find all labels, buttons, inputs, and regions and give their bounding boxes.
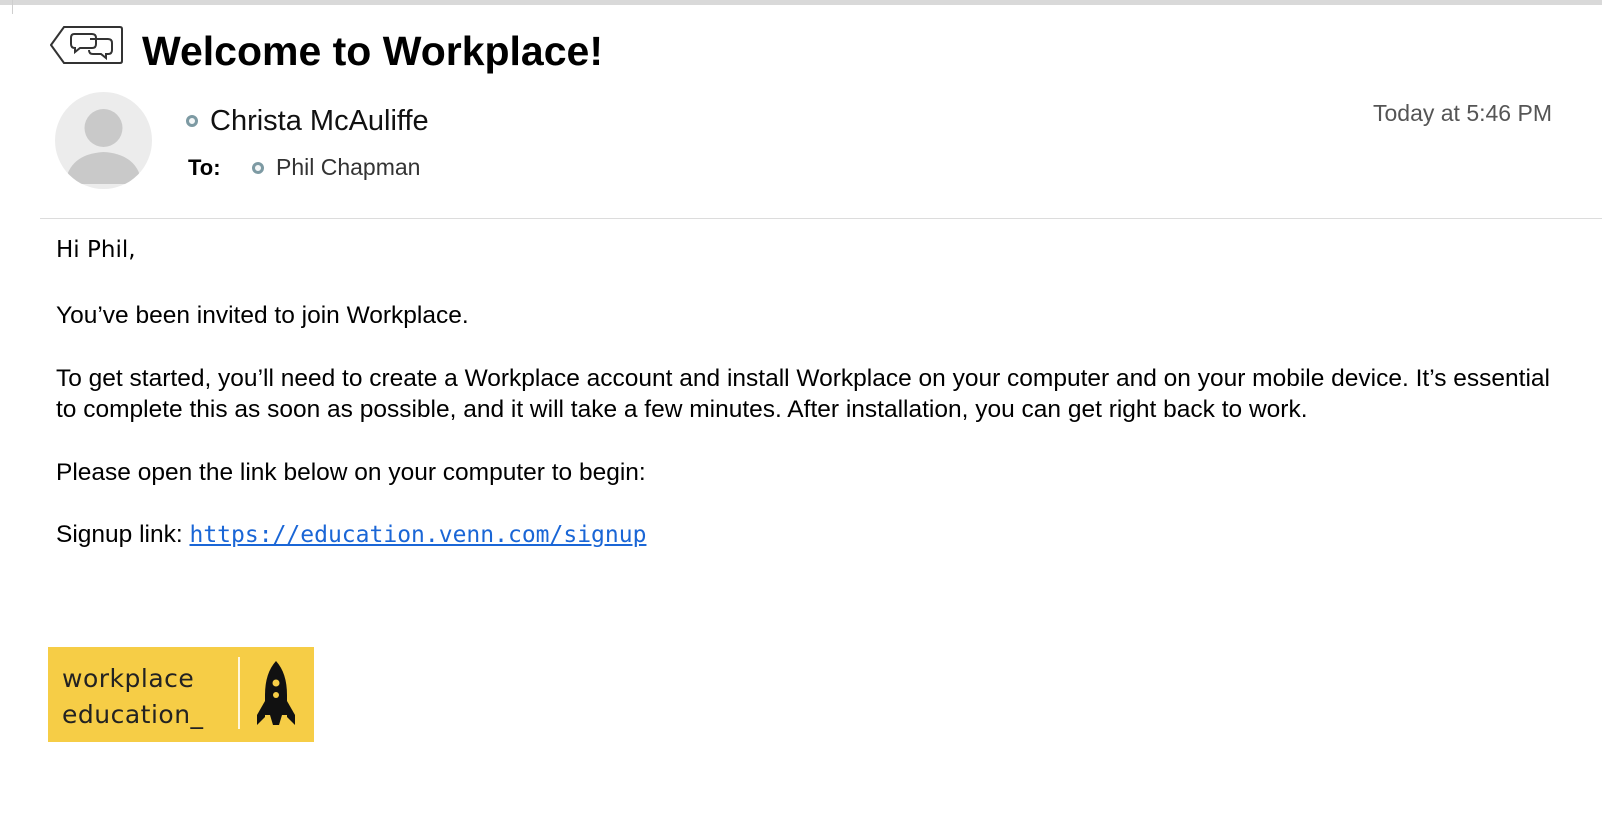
avatar-placeholder-icon	[65, 109, 142, 184]
sender-row: Christa McAuliffe	[186, 104, 429, 138]
email-body: Hi Phil, You’ve been invited to join Wor…	[56, 232, 1556, 583]
conversation-icon[interactable]	[50, 25, 124, 65]
signup-row: Signup link: https://education.venn.com/…	[56, 519, 1556, 552]
recipient-row: To: Phil Chapman	[188, 154, 420, 181]
body-paragraph-instructions: To get started, you’ll need to create a …	[56, 364, 1550, 424]
email-timestamp: Today at 5:46 PM	[1373, 100, 1552, 126]
sender-avatar[interactable]	[55, 92, 152, 189]
body-paragraph-open-link: Please open the link below on your compu…	[56, 458, 646, 486]
logo-line-1: workplace	[62, 664, 195, 693]
workplace-education-logo: workplace education_	[48, 647, 314, 742]
sender-status-icon	[186, 115, 198, 127]
logo-separator	[238, 657, 240, 729]
recipient-name[interactable]: Phil Chapman	[276, 154, 420, 181]
logo-text: workplace education_	[62, 661, 204, 733]
sender-name[interactable]: Christa McAuliffe	[210, 104, 429, 138]
body-paragraph-invite: You’ve been invited to join Workplace.	[56, 302, 469, 329]
greeting: Hi Phil,	[56, 237, 136, 263]
signup-link[interactable]: https://education.venn.com/signup	[189, 522, 646, 548]
logo-line-2: education_	[62, 700, 204, 729]
header-divider	[40, 218, 1602, 219]
email-subject: Welcome to Workplace!	[142, 28, 603, 74]
to-label: To:	[188, 154, 221, 180]
recipient-status-icon	[252, 161, 264, 174]
rocket-icon	[257, 661, 295, 725]
signup-label: Signup link:	[56, 521, 183, 548]
